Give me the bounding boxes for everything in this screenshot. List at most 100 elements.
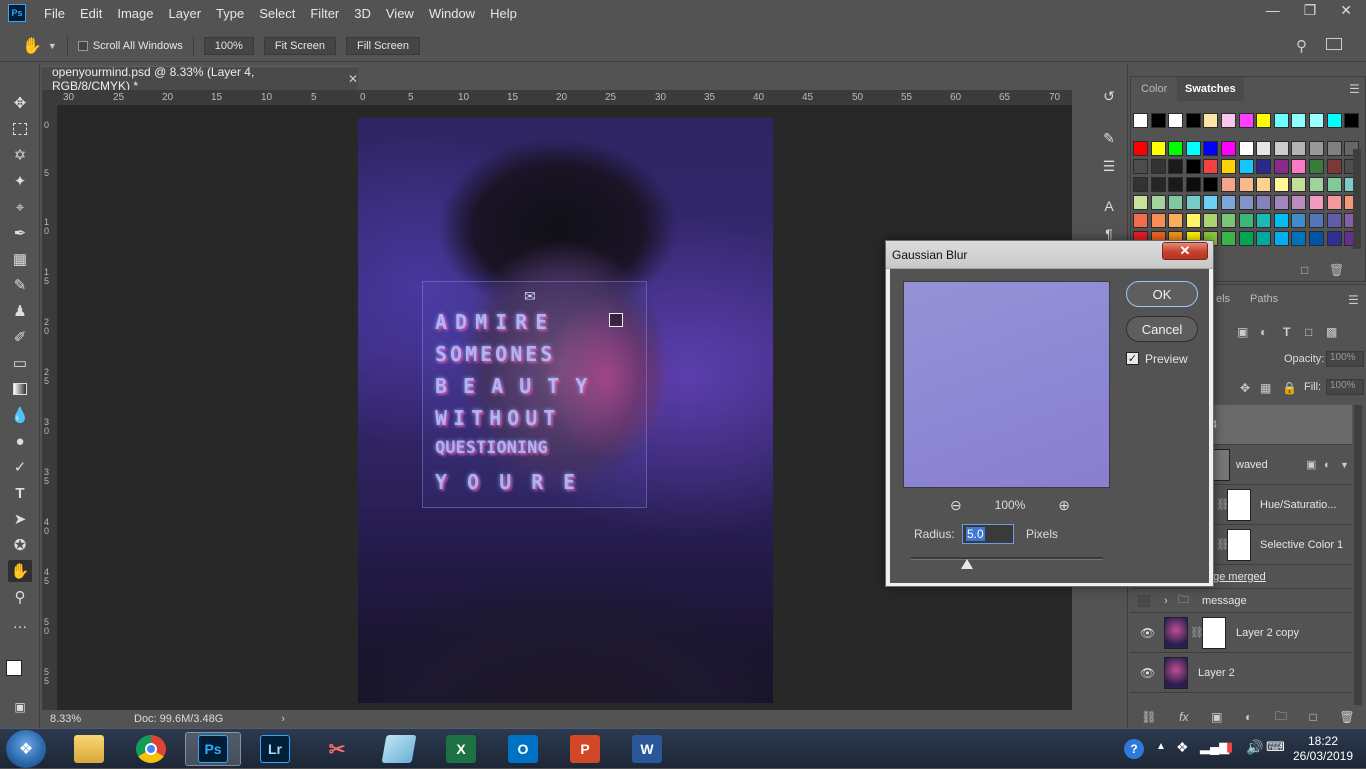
swatch[interactable] [1273, 231, 1289, 246]
swatch[interactable] [1256, 213, 1272, 228]
swatch[interactable] [1291, 141, 1307, 156]
swatch[interactable] [1309, 195, 1324, 210]
layers-scrollbar[interactable] [1354, 405, 1362, 705]
swatch[interactable] [1221, 213, 1236, 228]
zoom-100-button[interactable]: 100% [203, 36, 254, 55]
radius-input[interactable]: 5.0 [962, 524, 1014, 544]
menu-help[interactable]: Help [490, 6, 517, 21]
new-group-icon[interactable]: 🗀 [1275, 707, 1287, 728]
taskbar-notepad[interactable] [371, 732, 427, 766]
swatch[interactable] [1150, 195, 1166, 210]
swatch[interactable] [1309, 177, 1324, 192]
dodge-tool-icon[interactable]: ● [8, 430, 32, 452]
character-icon[interactable]: A [1100, 198, 1118, 216]
swatches-scrollbar[interactable] [1353, 149, 1361, 249]
menu-layer[interactable]: Layer [169, 6, 202, 21]
eye-icon[interactable]: 👁 [1140, 626, 1155, 640]
swatch[interactable] [1256, 177, 1272, 192]
opacity-input[interactable]: 100% [1326, 351, 1364, 367]
swatch[interactable] [1309, 141, 1324, 156]
swatch[interactable] [1256, 231, 1272, 246]
swatch[interactable] [1133, 159, 1148, 174]
swatch[interactable] [1291, 113, 1307, 128]
preview-checkbox[interactable]: ✓ [1126, 352, 1139, 365]
cancel-button[interactable]: Cancel [1126, 316, 1198, 342]
menu-image[interactable]: Image [117, 6, 153, 21]
panel-menu-icon[interactable]: ☰ [1349, 82, 1360, 96]
fit-screen-button[interactable]: Fit Screen [263, 36, 336, 55]
healing-brush-tool-icon[interactable]: ▦ [8, 248, 32, 270]
swatch[interactable] [1150, 113, 1166, 128]
zoom-in-icon[interactable]: ⊕ [1058, 497, 1070, 514]
taskbar-snipping-tool[interactable]: ✂ [309, 732, 365, 766]
swatch[interactable] [1133, 213, 1148, 228]
swatch[interactable] [1291, 177, 1307, 192]
brush-settings-icon[interactable]: ✎ [1100, 130, 1118, 148]
menu-file[interactable]: File [44, 6, 65, 21]
swatch[interactable] [1133, 141, 1148, 156]
lasso-tool-icon[interactable]: ✡ [8, 144, 32, 166]
menu-3d[interactable]: 3D [354, 6, 371, 21]
swatch[interactable] [1203, 113, 1219, 128]
swatch[interactable] [1221, 159, 1236, 174]
menu-edit[interactable]: Edit [80, 6, 102, 21]
swatch[interactable] [1238, 231, 1254, 246]
swatch[interactable] [1309, 113, 1324, 128]
taskbar-photoshop[interactable]: Ps [185, 732, 241, 766]
scroll-all-windows-checkbox[interactable] [77, 40, 88, 51]
swatch[interactable] [1221, 231, 1236, 246]
new-swatch-icon[interactable]: □ [1301, 263, 1308, 277]
lock-artboard-icon[interactable]: ▦ [1260, 381, 1271, 395]
fx-icon[interactable]: fx [1179, 710, 1188, 724]
chevron-down-icon[interactable]: ▼ [48, 41, 57, 51]
ok-button[interactable]: OK [1126, 281, 1198, 307]
swatch[interactable] [1273, 141, 1289, 156]
vertical-ruler[interactable]: 0 5 1 0 1 5 2 0 2 5 3 0 3 5 4 0 4 5 5 0 … [42, 106, 58, 710]
swatch[interactable] [1150, 159, 1166, 174]
dialog-title-bar[interactable]: Gaussian Blur ✕ [886, 241, 1213, 269]
windows-flag-icon[interactable]: ❖ [1176, 739, 1189, 756]
history-icon[interactable]: ↺ [1100, 88, 1118, 106]
marquee-tool-icon[interactable] [8, 118, 32, 140]
hand-tool-icon[interactable]: ✋ [8, 560, 32, 582]
menu-view[interactable]: View [386, 6, 414, 21]
swatch[interactable] [1185, 159, 1201, 174]
swatch[interactable] [1291, 213, 1307, 228]
pen-tool-icon[interactable]: ✓ [8, 456, 32, 478]
swatch[interactable] [1150, 177, 1166, 192]
swatch[interactable] [1326, 213, 1342, 228]
tab-color[interactable]: Color [1133, 77, 1175, 101]
swatch[interactable] [1203, 141, 1219, 156]
custom-shape-tool-icon[interactable]: ✪ [8, 534, 32, 556]
clock[interactable]: 18:22 26/03/2019 [1283, 734, 1363, 764]
zoom-level[interactable]: 8.33% [50, 713, 120, 725]
swatch[interactable] [1185, 177, 1201, 192]
zoom-out-icon[interactable]: ⊖ [950, 497, 962, 514]
lock-all-icon[interactable]: 🔒 [1282, 381, 1297, 395]
quick-mask-icon[interactable]: ▣ [8, 696, 32, 718]
quick-selection-tool-icon[interactable]: ✦ [8, 170, 32, 192]
filter-smart-object-icon[interactable]: ▩ [1326, 325, 1337, 339]
layer-row[interactable]: › 🗀 message [1130, 589, 1352, 613]
filter-type-icon[interactable]: T [1283, 325, 1290, 339]
taskbar-excel[interactable]: X [433, 732, 489, 766]
show-hidden-icons-icon[interactable]: ▲ [1156, 741, 1166, 752]
new-adjustment-icon[interactable]: ◐ [1245, 710, 1252, 724]
dialog-close-button[interactable]: ✕ [1162, 242, 1208, 260]
horizontal-ruler[interactable]: 30 25 20 15 10 5 0 5 10 15 20 25 30 35 4… [58, 90, 1072, 106]
eye-icon[interactable]: 👁 [1140, 666, 1155, 680]
fill-input[interactable]: 100% [1326, 379, 1364, 395]
network-icon[interactable]: ▂▄▆ [1200, 739, 1229, 755]
swatch[interactable] [1326, 231, 1342, 246]
language-icon[interactable]: ⌨ [1266, 739, 1285, 755]
adjustments-icon[interactable]: ☰ [1100, 158, 1118, 176]
close-document-icon[interactable]: ✕ [348, 72, 358, 86]
zoom-tool-icon[interactable]: ⚲ [8, 586, 32, 608]
swatch[interactable] [1133, 113, 1148, 128]
swatch[interactable] [1238, 177, 1254, 192]
workspace-icon[interactable] [1326, 38, 1342, 50]
visibility-box[interactable] [1138, 594, 1150, 607]
restore-icon[interactable]: ❐ [1304, 2, 1317, 19]
swatch[interactable] [1168, 177, 1184, 192]
trash-icon[interactable]: 🗑 [1329, 263, 1344, 277]
